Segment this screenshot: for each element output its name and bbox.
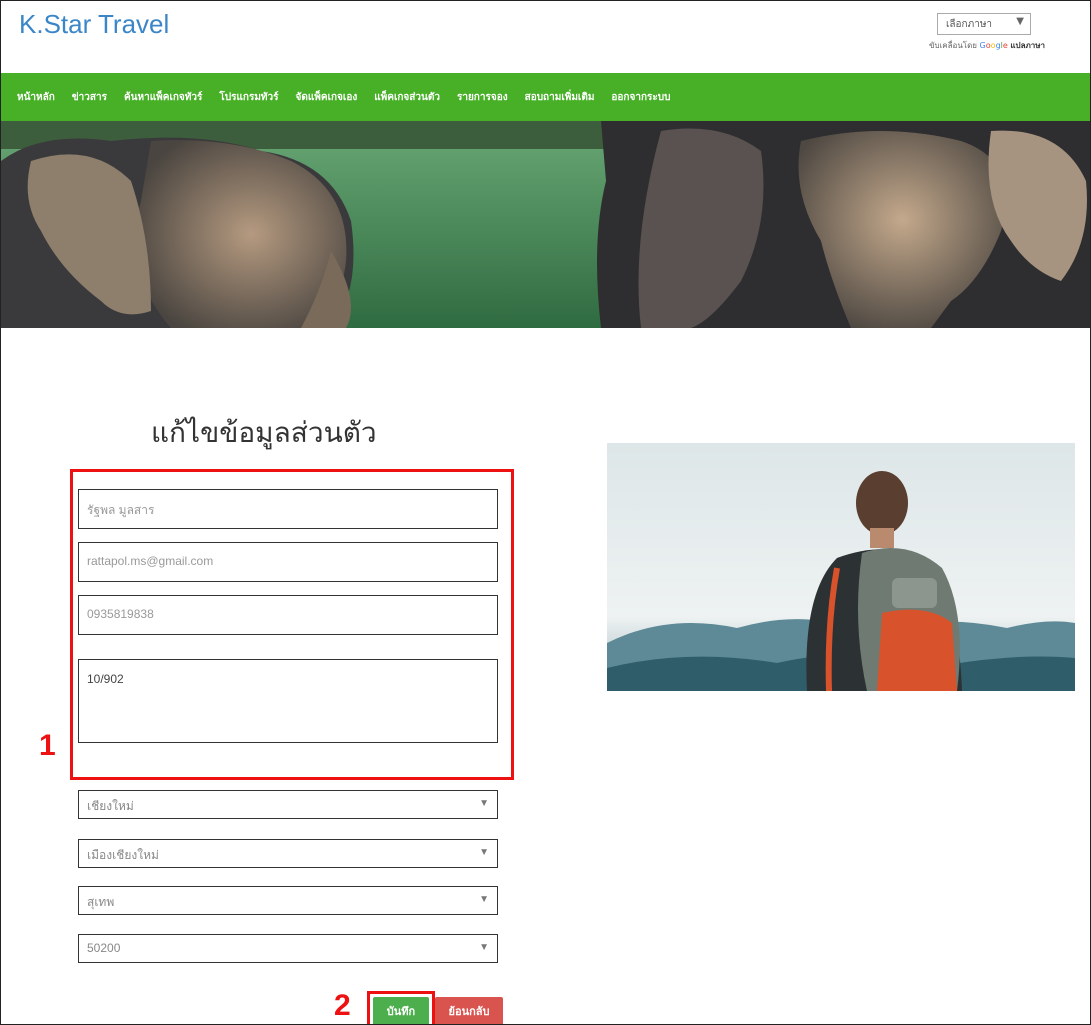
- back-button[interactable]: ย้อนกลับ: [435, 997, 503, 1024]
- province-select[interactable]: เชียงใหม่ ▼: [78, 790, 498, 819]
- dropdown-arrow-icon: ▼: [479, 942, 489, 953]
- postcode-select[interactable]: 50200 ▼: [78, 934, 498, 963]
- email-field[interactable]: rattapol.ms@gmail.com: [78, 542, 498, 582]
- nav-item-home[interactable]: หน้าหลัก: [17, 90, 55, 105]
- annotation-label-1: 1: [39, 729, 56, 762]
- province-select-value: เชียงใหม่: [87, 799, 134, 813]
- district-select-value: เมืองเชียงใหม่: [87, 848, 159, 862]
- address-textarea[interactable]: 10/902: [78, 659, 498, 743]
- subdistrict-select-value: สุเทพ: [87, 895, 115, 909]
- translate-link[interactable]: แปลภาษา: [1010, 41, 1045, 50]
- name-field[interactable]: รัฐพล มูลสาร: [78, 489, 498, 529]
- dropdown-arrow-icon: ▼: [479, 847, 489, 858]
- dropdown-arrow-icon: ▼: [1016, 16, 1024, 27]
- traveler-photo: [607, 443, 1075, 691]
- google-logo-letter: e: [1002, 41, 1008, 50]
- dropdown-arrow-icon: ▼: [479, 894, 489, 905]
- dropdown-arrow-icon: ▼: [479, 798, 489, 809]
- annotation-label-2: 2: [334, 989, 351, 1022]
- save-button[interactable]: บันทึก: [373, 997, 429, 1024]
- page-title: แก้ไขข้อมูลส่วนตัว: [151, 416, 377, 449]
- nav-item-inquiry[interactable]: สอบถามเพิ่มเติม: [525, 90, 595, 105]
- nav-item-search-package[interactable]: ค้นหาแพ็คเกจทัวร์: [124, 90, 202, 105]
- elephant-banner-image: [1, 121, 1090, 328]
- language-select[interactable]: เลือกภาษา ▼: [937, 13, 1031, 35]
- nav-item-tour-program[interactable]: โปรแกรมทัวร์: [219, 90, 278, 105]
- language-select-label: เลือกภาษา: [946, 19, 993, 30]
- postcode-select-value: 50200: [87, 941, 121, 955]
- subdistrict-select[interactable]: สุเทพ ▼: [78, 886, 498, 915]
- district-select[interactable]: เมืองเชียงใหม่ ▼: [78, 839, 498, 868]
- nav-item-logout[interactable]: ออกจากระบบ: [611, 90, 670, 105]
- nav-item-bookings[interactable]: รายการจอง: [457, 90, 508, 105]
- nav-item-custom-package[interactable]: จัดแพ็คเกจเอง: [296, 90, 358, 105]
- main-nav: หน้าหลัก ข่าวสาร ค้นหาแพ็คเกจทัวร์ โปรแก…: [1, 73, 1090, 121]
- nav-item-private-package[interactable]: แพ็คเกจส่วนตัว: [374, 90, 440, 105]
- page-frame: K.Star Travel เลือกภาษา ▼ ขับเคลื่อนโดย …: [0, 0, 1091, 1025]
- nav-item-news[interactable]: ข่าวสาร: [72, 90, 107, 105]
- powered-by-text: ขับเคลื่อนโดย: [929, 41, 977, 50]
- phone-field[interactable]: 0935819838: [78, 595, 498, 635]
- site-title[interactable]: K.Star Travel: [19, 9, 169, 40]
- powered-by-google: ขับเคลื่อนโดย Google แปลภาษา: [929, 39, 1045, 52]
